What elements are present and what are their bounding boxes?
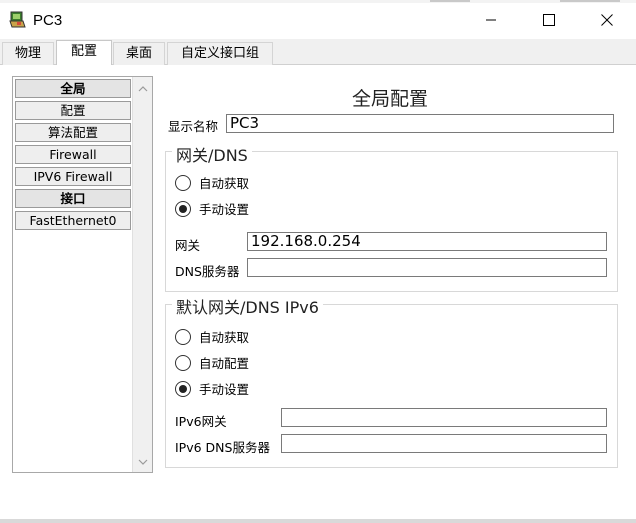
window-bottom-border [0, 519, 636, 523]
tab-desktop[interactable]: 桌面 [113, 42, 165, 65]
sidebar-item-fastethernet0[interactable]: FastEthernet0 [15, 211, 131, 230]
sidebar-item-firewall[interactable]: Firewall [15, 145, 131, 164]
sidebar-scrollbar[interactable] [132, 77, 152, 472]
sidebar: 全局 配置 算法配置 Firewall IPV6 Firewall 接口 Fas… [12, 76, 153, 473]
ipv4-static-label: 手动设置 [199, 202, 250, 217]
config-panel: 全局 配置 算法配置 Firewall IPV6 Firewall 接口 Fas… [0, 65, 636, 520]
close-icon [601, 14, 613, 26]
ipv6-dns-server-label: IPv6 DNS服务器 [175, 440, 270, 455]
ipv6-auto-obtain-label: 自动获取 [199, 330, 250, 345]
ipv4-dhcp-option[interactable]: 自动获取 [175, 173, 249, 192]
display-name-input[interactable]: PC3 [226, 114, 614, 133]
sidebar-header-global[interactable]: 全局 [15, 79, 131, 98]
ipv6-auto-obtain-option[interactable]: 自动获取 [175, 327, 249, 346]
sidebar-item-settings[interactable]: 配置 [15, 101, 131, 120]
title-bar: PC3 [0, 3, 636, 39]
tab-bar: 物理 配置 桌面 自定义接口组 [0, 39, 636, 65]
minimize-button[interactable] [468, 3, 514, 37]
window-title: PC3 [33, 12, 63, 29]
minimize-icon [485, 14, 497, 26]
dns-server-label: DNS服务器 [175, 264, 240, 279]
sidebar-header-interface[interactable]: 接口 [15, 189, 131, 208]
ipv6-auto-config-label: 自动配置 [199, 356, 250, 371]
ipv6-static-option[interactable]: 手动设置 [175, 379, 249, 398]
maximize-icon [543, 14, 555, 26]
maximize-button[interactable] [526, 3, 572, 37]
close-button[interactable] [584, 3, 630, 37]
page-title: 全局配置 [351, 88, 428, 110]
scroll-down-icon[interactable] [138, 456, 148, 466]
display-name-label: 显示名称 [168, 119, 219, 134]
radio-selected-icon[interactable] [175, 200, 191, 217]
ipv6-gateway-label: IPv6网关 [175, 414, 227, 429]
gateway-input[interactable]: 192.168.0.254 [247, 232, 607, 251]
radio-unselected-icon[interactable] [175, 174, 191, 191]
ipv4-static-option[interactable]: 手动设置 [175, 199, 249, 218]
sidebar-item-algorithm[interactable]: 算法配置 [15, 123, 131, 142]
sidebar-item-ipv6-firewall[interactable]: IPV6 Firewall [15, 167, 131, 186]
tab-custom-interface-group[interactable]: 自定义接口组 [167, 42, 273, 65]
tab-physical[interactable]: 物理 [2, 42, 54, 65]
dns-server-input[interactable] [247, 258, 607, 277]
ipv4-dhcp-label: 自动获取 [199, 176, 250, 191]
radio-unselected-icon[interactable] [175, 328, 191, 345]
radio-selected-icon[interactable] [175, 380, 191, 397]
ipv6-dns-server-input[interactable] [281, 434, 607, 453]
radio-unselected-icon[interactable] [175, 354, 191, 371]
ipv6-gateway-dns-legend: 默认网关/DNS IPv6 [172, 294, 323, 318]
scroll-up-icon[interactable] [138, 83, 148, 93]
tab-config[interactable]: 配置 [56, 40, 112, 65]
pc-app-icon [9, 11, 27, 29]
ipv6-static-label: 手动设置 [199, 382, 250, 397]
gateway-dns-legend: 网关/DNS [172, 142, 252, 166]
ipv6-gateway-input[interactable] [281, 408, 607, 427]
top-strip-artifact [430, 0, 470, 2]
ipv6-auto-config-option[interactable]: 自动配置 [175, 353, 249, 372]
gateway-label: 网关 [175, 238, 201, 253]
top-strip-artifact [560, 0, 620, 2]
